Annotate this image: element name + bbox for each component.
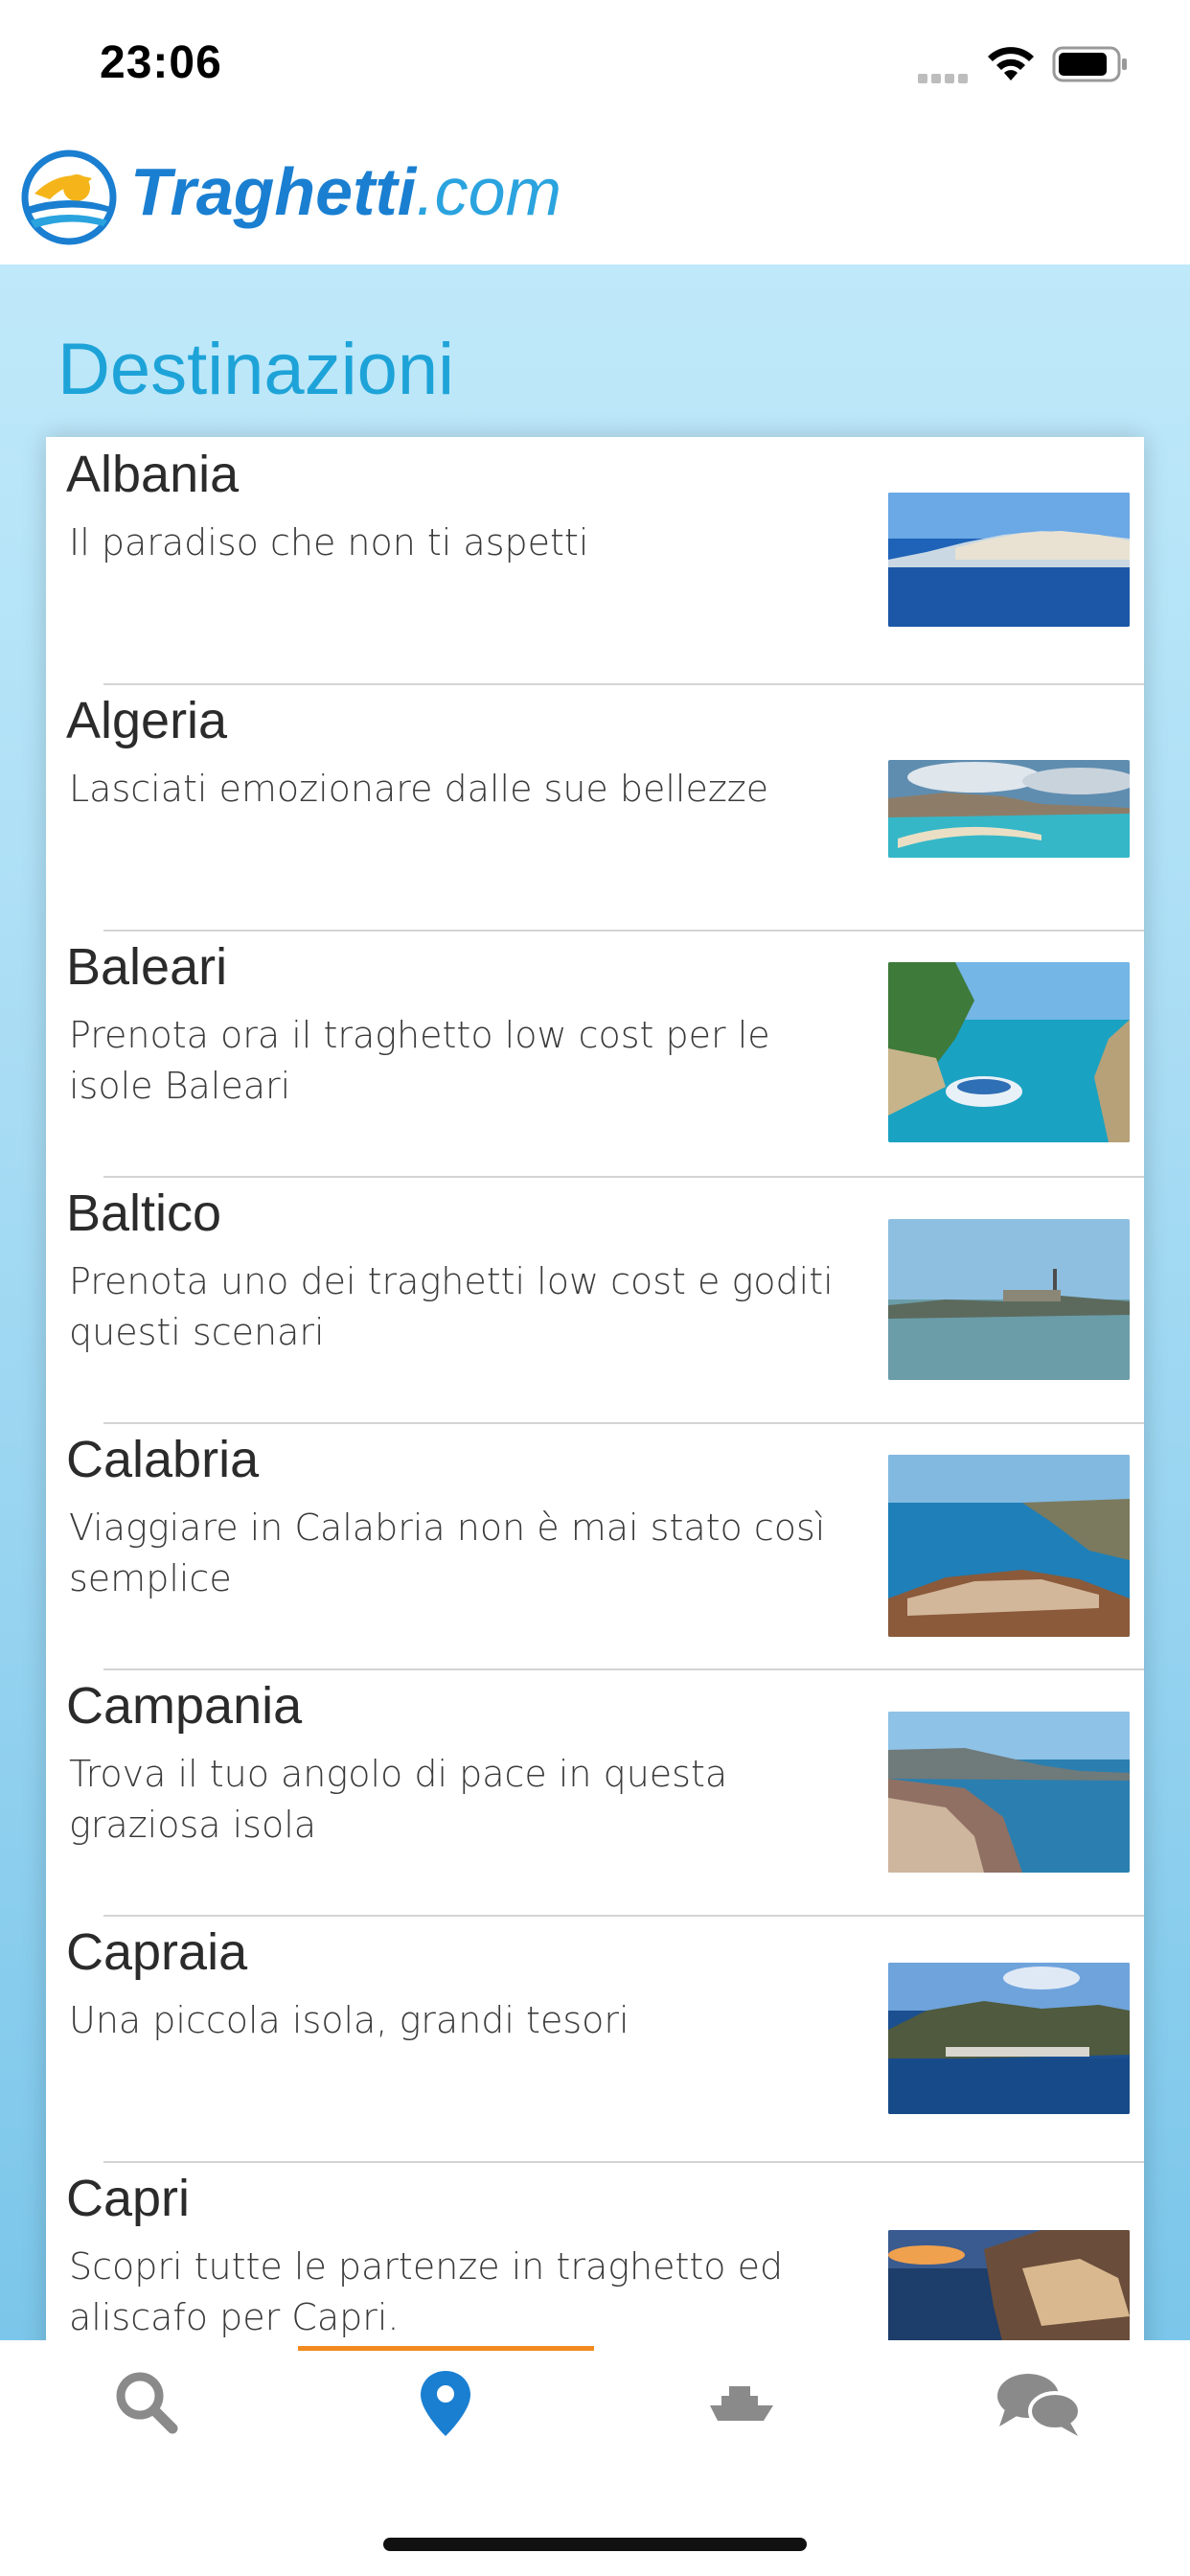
status-bar: 23:06 <box>0 0 1190 125</box>
chat-icon <box>997 2374 1082 2436</box>
wifi-icon <box>988 47 1034 80</box>
row-divider <box>103 1176 1144 1178</box>
main-content: Destinazioni Albania Il paradiso che non… <box>0 264 1190 2340</box>
tab-ferries[interactable] <box>595 2340 892 2474</box>
destination-title: Capri <box>66 2170 191 2227</box>
destination-description: Il paradiso che non ti aspetti <box>69 521 589 564</box>
battery-icon <box>1052 46 1127 82</box>
tab-search[interactable] <box>0 2340 297 2474</box>
destination-row-baltico[interactable]: Baltico Prenota uno dei traghetti low co… <box>46 1176 1144 1422</box>
destination-thumbnail <box>888 760 1130 858</box>
destination-description: Prenota uno dei traghetti low cost e god… <box>69 1260 834 1353</box>
brand-domain: .com <box>416 154 561 229</box>
destination-thumbnail <box>888 1219 1130 1380</box>
destination-thumbnail <box>888 493 1130 627</box>
destination-row-algeria[interactable]: Algeria Lasciati emozionare dalle sue be… <box>46 683 1144 930</box>
destination-thumbnail <box>888 962 1130 1142</box>
row-divider <box>103 1668 1144 1670</box>
destination-title: Capraia <box>66 1923 248 1981</box>
destination-row-capraia[interactable]: Capraia Una piccola isola, grandi tesori <box>46 1915 1144 2161</box>
destination-title: Campania <box>66 1677 303 1735</box>
destination-thumbnail <box>888 1455 1130 1637</box>
row-divider <box>103 683 1144 685</box>
destination-row-campania[interactable]: Campania Trova il tuo angolo di pace in … <box>46 1668 1144 1915</box>
destination-row-capri[interactable]: Capri Scopri tutte le partenze in traghe… <box>46 2161 1144 2340</box>
destination-row-calabria[interactable]: Calabria Viaggiare in Calabria non è mai… <box>46 1422 1144 1668</box>
destination-description: Prenota ora il traghetto low cost per le… <box>69 1014 770 1107</box>
ship-icon <box>710 2386 773 2421</box>
destination-thumbnail <box>888 1963 1130 2114</box>
destinations-list: Albania Il paradiso che non ti aspetti A… <box>46 437 1144 2340</box>
destination-row-albania[interactable]: Albania Il paradiso che non ti aspetti <box>46 437 1144 683</box>
row-divider <box>103 2161 1144 2163</box>
traghetti-logo-icon <box>21 150 117 245</box>
destination-title: Algeria <box>66 692 228 749</box>
brand-logo-text: Traghetti.com <box>130 153 561 230</box>
row-divider <box>103 1422 1144 1424</box>
destination-thumbnail <box>888 2230 1130 2340</box>
search-icon <box>116 2372 178 2434</box>
row-divider <box>103 930 1144 932</box>
app-header: Traghetti.com <box>0 125 1190 264</box>
destination-row-baleari[interactable]: Baleari Prenota ora il traghetto low cos… <box>46 930 1144 1176</box>
destination-title: Albania <box>66 446 240 503</box>
status-time: 23:06 <box>100 37 222 88</box>
row-divider <box>103 1915 1144 1917</box>
destination-thumbnail <box>888 1712 1130 1873</box>
destination-description: Lasciati emozionare dalle sue bellezze <box>69 768 769 810</box>
destination-title: Baleari <box>66 938 228 996</box>
destination-title: Calabria <box>66 1431 260 1488</box>
destination-title: Baltico <box>66 1184 222 1242</box>
cellular-signal-icon <box>918 71 972 88</box>
brand-name: Traghetti <box>130 154 417 229</box>
destination-description: Trova il tuo angolo di pace in questa gr… <box>69 1753 728 1846</box>
tab-chat[interactable] <box>892 2340 1189 2474</box>
destination-description: Scopri tutte le partenze in traghetto ed… <box>69 2245 784 2338</box>
map-pin-icon <box>421 2371 470 2436</box>
destination-description: Viaggiare in Calabria non è mai stato co… <box>69 1506 826 1599</box>
home-indicator <box>383 2538 807 2551</box>
page-title: Destinazioni <box>57 329 454 410</box>
destination-description: Una piccola isola, grandi tesori <box>69 1999 629 2041</box>
tab-destinations[interactable] <box>298 2340 595 2474</box>
